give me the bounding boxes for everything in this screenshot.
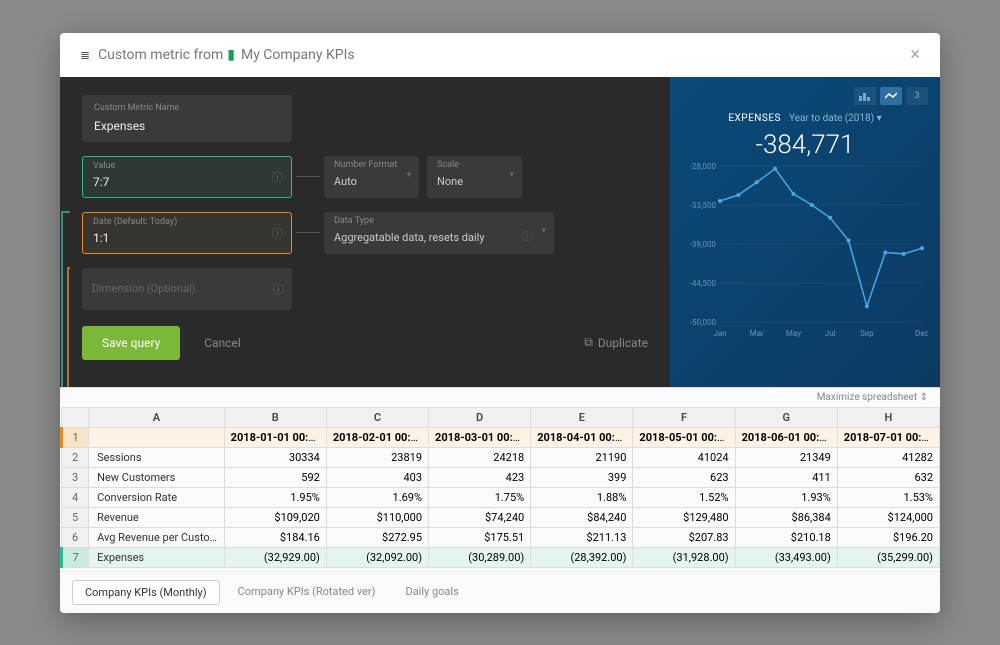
datatype-select[interactable]: Data Type Aggregatable data, resets dail… (324, 212, 554, 254)
save-query-button[interactable]: Save query (82, 326, 180, 360)
number-format-select[interactable]: Number Format Auto ▾ (324, 156, 419, 198)
metric-icon: ≣ (80, 48, 90, 62)
spreadsheet-area: Maximize spreadsheet ⇕ ABCDEFGH12018-01-… (60, 387, 940, 613)
date-ref-input[interactable]: Date (Default: Today) 1:1 ⓘ (82, 212, 292, 254)
date-ref: 1:1 (93, 231, 109, 245)
sheet-scroll[interactable]: ABCDEFGH12018-01-01 00:00:02018-02-01 00… (60, 407, 940, 571)
chevron-down-icon: ▾ (541, 226, 546, 236)
modal-header: ≣ Custom metric from ▮ My Company KPIs × (60, 33, 940, 77)
info-icon[interactable]: ⓘ (272, 169, 283, 185)
sheet-tab[interactable]: Company KPIs (Monthly) (72, 580, 220, 605)
chart-type-number-button[interactable]: 3 (906, 87, 928, 105)
maximize-spreadsheet-button[interactable]: Maximize spreadsheet ⇕ (817, 392, 928, 403)
cancel-button[interactable]: Cancel (204, 336, 241, 350)
dimension-input[interactable]: Dimension (Optional) ⓘ (82, 268, 292, 310)
svg-text:May: May (786, 329, 801, 338)
sheets-doc-icon: ▮ (227, 47, 235, 63)
preview-metric-title: EXPENSES (728, 113, 781, 124)
info-icon[interactable]: ⓘ (272, 225, 283, 241)
sheet-tabs: Company KPIs (Monthly)Company KPIs (Rota… (60, 571, 940, 613)
svg-text:Dec: Dec (915, 329, 928, 338)
preview-panel: 3 EXPENSES Year to date (2018) ▾ -384,77… (670, 77, 940, 387)
value-label: Value (93, 161, 115, 171)
custom-metric-modal: ≣ Custom metric from ▮ My Company KPIs ×… (60, 33, 940, 613)
svg-text:Jan: Jan (713, 329, 726, 338)
preview-range-select[interactable]: Year to date (2018) ▾ (789, 113, 882, 124)
preview-chart: -28,000 -33,500 -39,000 -44,500 -50,000 Jan Ma… (682, 160, 928, 340)
sheet-tab[interactable]: Daily goals (393, 580, 470, 605)
svg-text:-33,500: -33,500 (690, 201, 717, 210)
svg-text:Jul: Jul (825, 329, 836, 338)
info-icon[interactable]: ⓘ (273, 281, 284, 297)
close-button[interactable]: × (910, 44, 920, 65)
preview-value: -384,771 (682, 130, 928, 160)
duplicate-icon: ⧉ (584, 335, 593, 350)
chart-type-bar-button[interactable] (854, 87, 876, 105)
sheet-tab[interactable]: Company KPIs (Rotated ver) (226, 580, 388, 605)
value-ref: 7:7 (93, 175, 109, 189)
scale-select[interactable]: Scale None ▾ (427, 156, 522, 198)
svg-text:Mar: Mar (750, 329, 764, 338)
bar-chart-icon (859, 91, 871, 101)
svg-text:-50,000: -50,000 (690, 318, 717, 327)
metric-name-value: Expenses (94, 119, 145, 133)
info-icon: ⓘ (522, 228, 532, 243)
chevron-down-icon: ▾ (509, 170, 514, 180)
form-area: Custom Metric Name Expenses Value 7:7 ⓘ … (60, 77, 670, 387)
metric-name-input[interactable]: Custom Metric Name Expenses (82, 95, 292, 142)
date-label: Date (Default: Today) (93, 217, 177, 227)
metric-name-label: Custom Metric Name (94, 103, 280, 113)
svg-text:-28,000: -28,000 (690, 162, 717, 171)
svg-text:-44,500: -44,500 (690, 279, 717, 288)
chart-type-line-button[interactable] (880, 87, 902, 105)
chevron-down-icon: ▾ (406, 170, 411, 180)
svg-text:Sep: Sep (860, 329, 874, 338)
header-prefix: Custom metric from (98, 47, 223, 63)
connector-line (296, 232, 320, 233)
value-ref-input[interactable]: Value 7:7 ⓘ (82, 156, 292, 198)
duplicate-button[interactable]: ⧉ Duplicate (584, 335, 648, 350)
doc-name: My Company KPIs (241, 47, 355, 63)
line-chart-icon (885, 91, 897, 101)
connector-line (296, 176, 320, 177)
svg-text:-39,000: -39,000 (690, 240, 717, 249)
spreadsheet-table[interactable]: ABCDEFGH12018-01-01 00:00:02018-02-01 00… (60, 407, 940, 568)
